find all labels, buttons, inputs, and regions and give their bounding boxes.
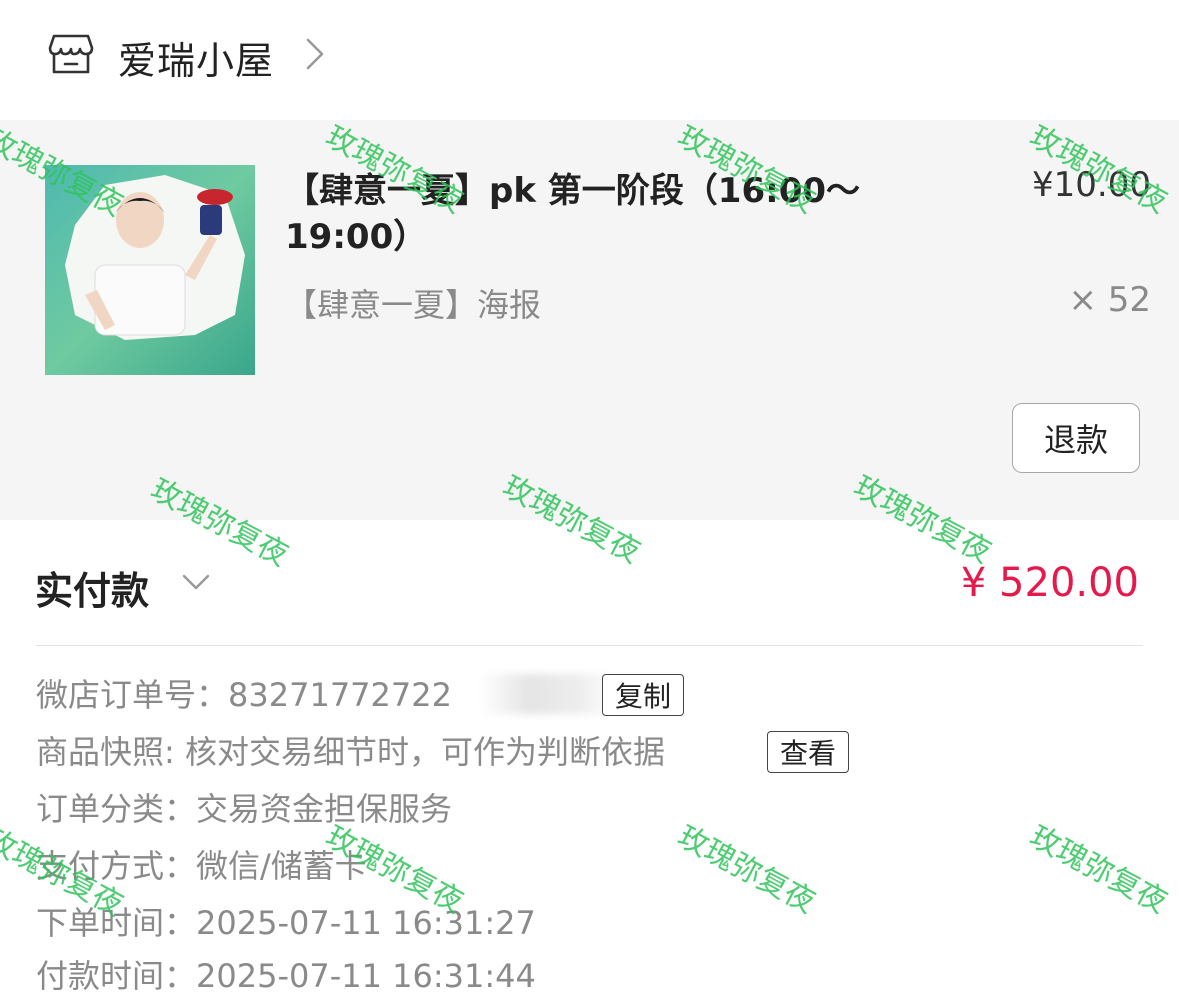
copy-button[interactable]: 复制 bbox=[602, 674, 685, 716]
payment-time-label: 付款时间： bbox=[36, 957, 197, 995]
product-thumbnail[interactable] bbox=[45, 165, 255, 375]
product-title[interactable]: 【肆意一夏】pk 第一阶段（16:00～19:00） bbox=[285, 168, 885, 260]
order-time-row: 下单时间：2025-07-11 16:31:27 bbox=[36, 899, 536, 947]
product-quantity: × 52 bbox=[1068, 280, 1151, 320]
product-card[interactable]: 【肆意一夏】pk 第一阶段（16:00～19:00） ¥10.00 【肆意一夏】… bbox=[0, 120, 1179, 520]
payment-time-row: 付款时间：2025-07-11 16:31:44 bbox=[36, 952, 536, 1000]
category-row: 订单分类：交易资金担保服务 bbox=[36, 785, 452, 833]
paid-label[interactable]: 实付款 bbox=[35, 560, 149, 615]
category-label: 订单分类： bbox=[36, 790, 197, 828]
category-value: 交易资金担保服务 bbox=[196, 790, 453, 828]
snapshot-label: 商品快照: bbox=[36, 733, 175, 771]
order-time-label: 下单时间： bbox=[36, 904, 197, 942]
chevron-down-icon[interactable] bbox=[180, 570, 212, 594]
product-spec: 【肆意一夏】海报 bbox=[285, 286, 542, 324]
payment-method-value: 微信/储蓄卡 bbox=[196, 847, 367, 885]
payment-method-label: 支付方式： bbox=[36, 847, 197, 885]
snapshot-row: 商品快照: 核对交易细节时，可作为判断依据 bbox=[36, 728, 665, 776]
paid-amount: ¥ 520.00 bbox=[960, 560, 1139, 606]
order-number-value: 83271772722 bbox=[228, 676, 452, 714]
payment-time-value: 2025-07-11 16:31:44 bbox=[196, 957, 536, 995]
product-photo bbox=[45, 165, 255, 375]
product-unit-price: ¥10.00 bbox=[1032, 165, 1151, 205]
redaction-blur bbox=[480, 674, 620, 714]
watermark-text: 玫瑰弥复夜 bbox=[671, 819, 821, 921]
order-time-value: 2025-07-11 16:31:27 bbox=[196, 904, 536, 942]
snapshot-value: 核对交易细节时，可作为判断依据 bbox=[184, 733, 665, 771]
view-snapshot-button[interactable]: 查看 bbox=[767, 731, 850, 773]
refund-button[interactable]: 退款 bbox=[1012, 403, 1140, 473]
divider bbox=[36, 645, 1143, 646]
payment-method-row: 支付方式：微信/储蓄卡 bbox=[36, 842, 367, 890]
order-number-row: 微店订单号：83271772722 bbox=[36, 671, 452, 719]
chevron-right-icon bbox=[306, 38, 324, 70]
shop-header[interactable]: 爱瑞小屋 bbox=[0, 0, 1179, 120]
order-number-label: 微店订单号： bbox=[36, 676, 229, 714]
watermark-text: 玫瑰弥复夜 bbox=[1023, 819, 1173, 921]
store-icon bbox=[48, 34, 94, 74]
shop-name[interactable]: 爱瑞小屋 bbox=[118, 30, 274, 85]
